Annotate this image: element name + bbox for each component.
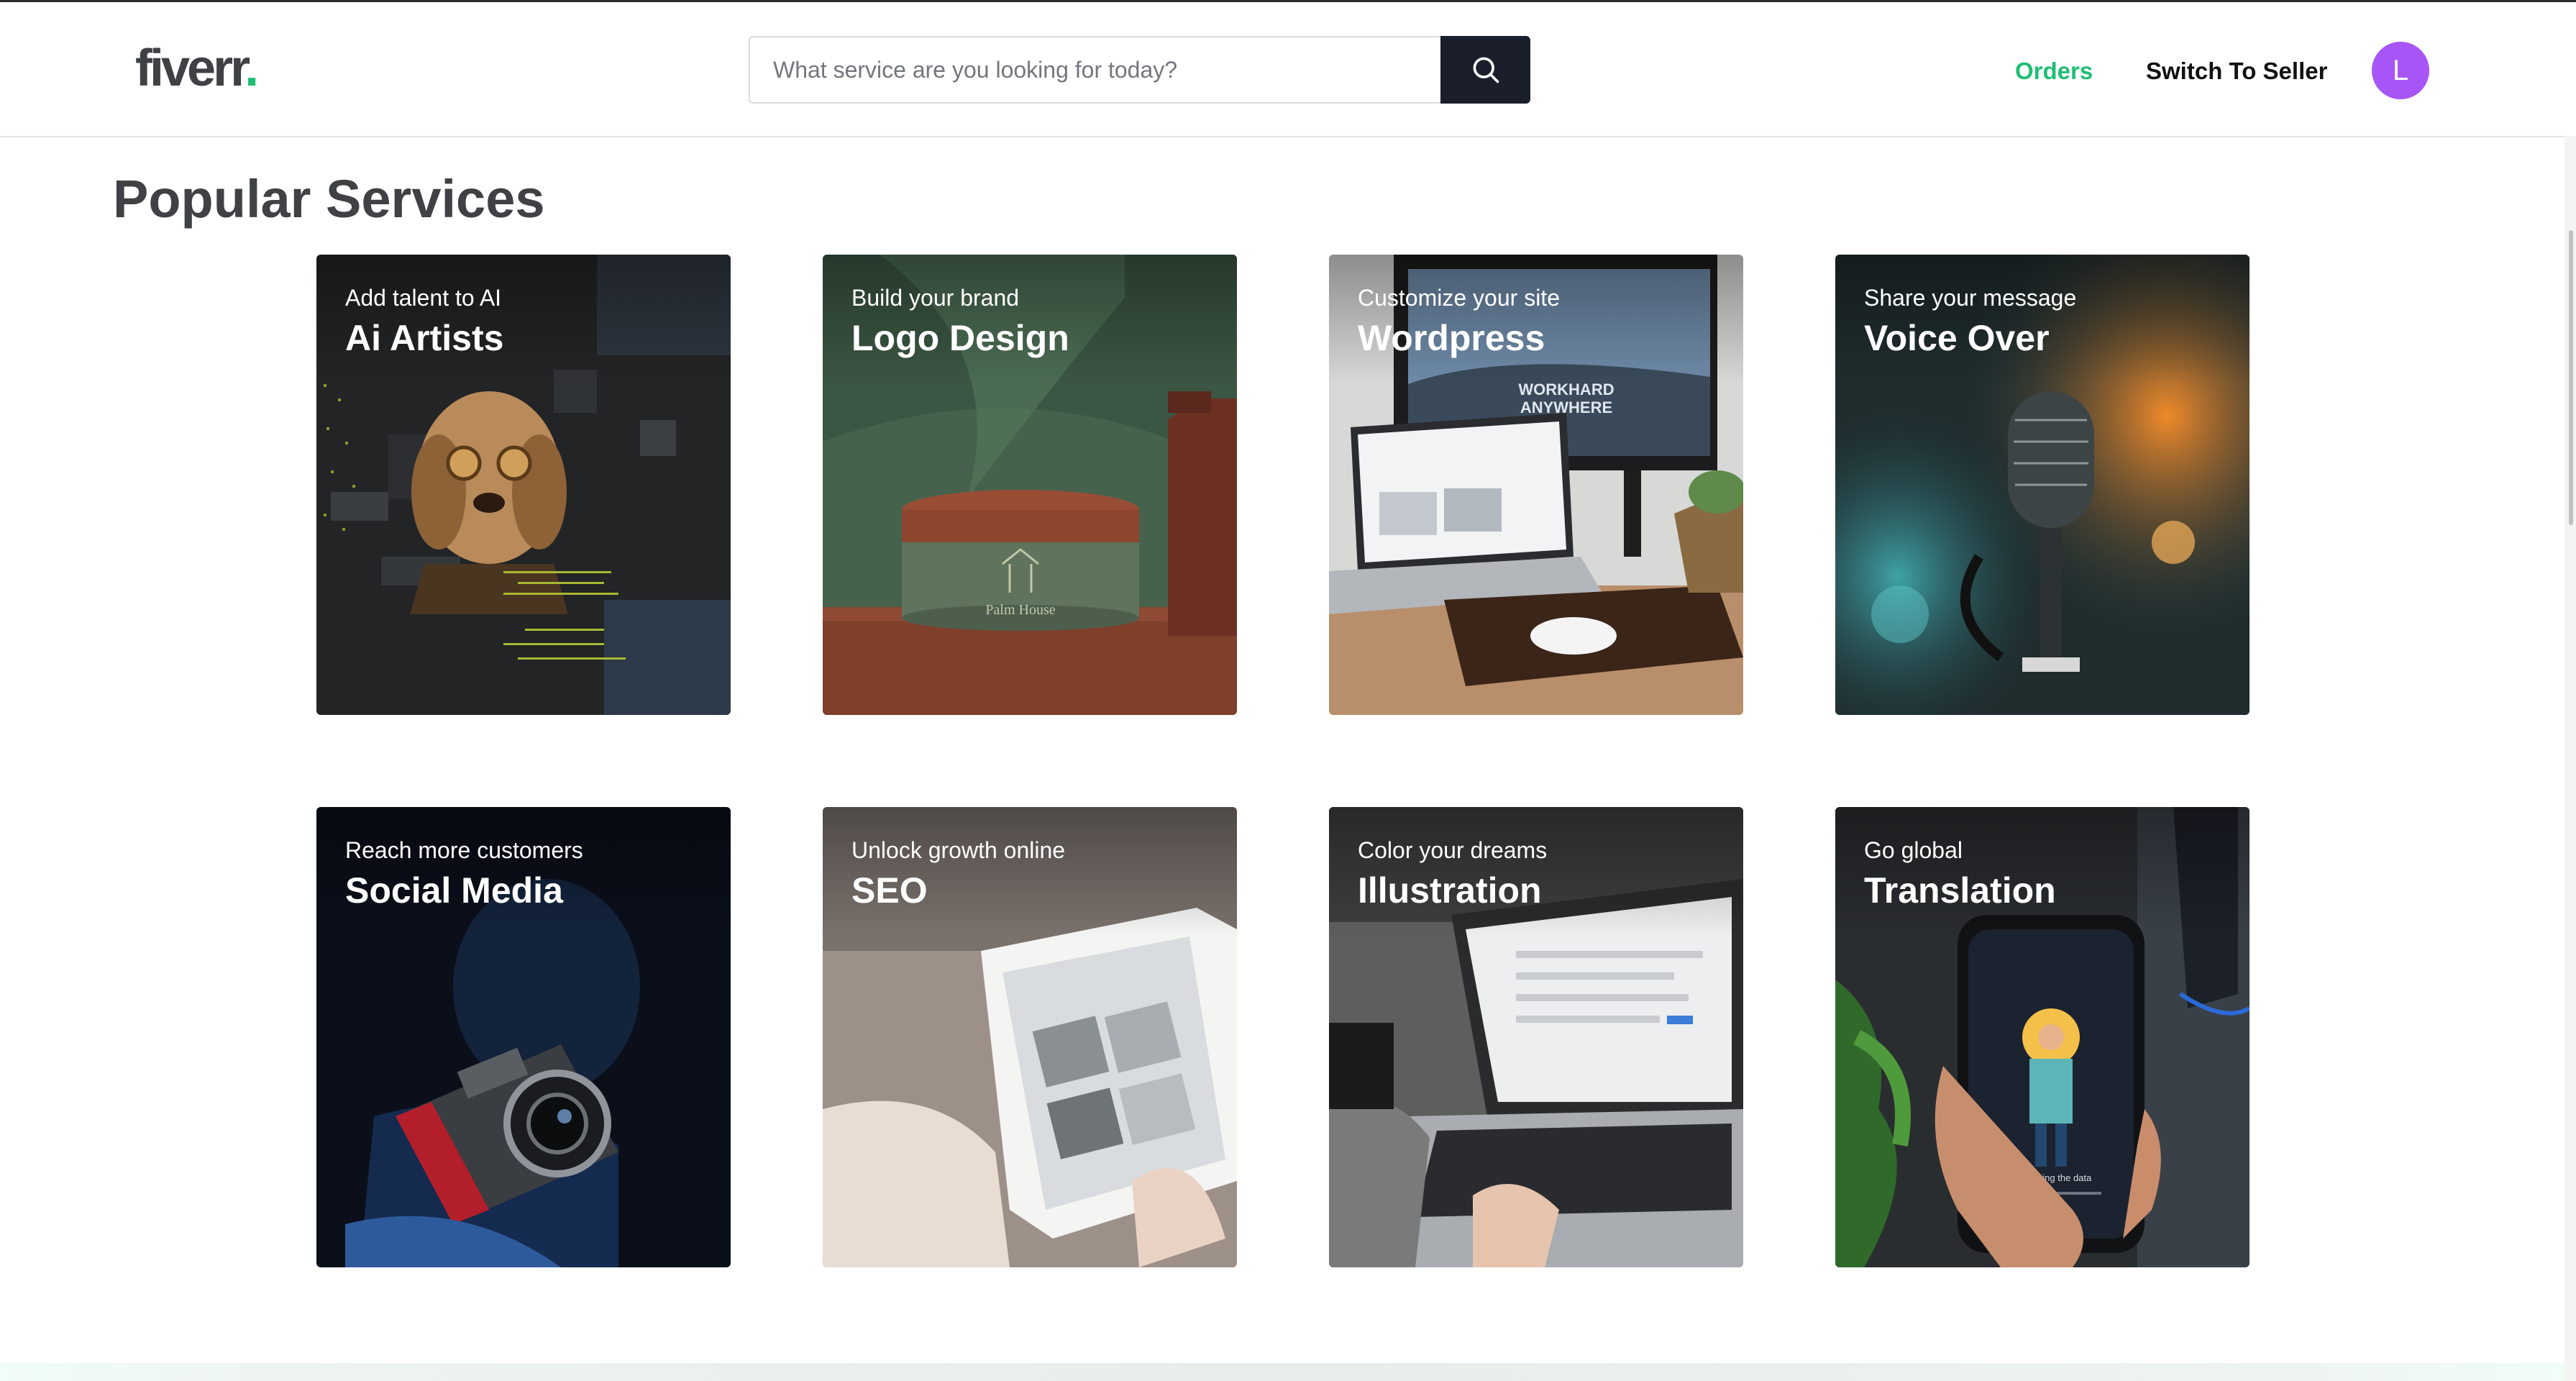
card-title: Social Media bbox=[345, 870, 563, 911]
svg-text:Palm House: Palm House bbox=[985, 602, 1055, 618]
card-subtitle: Build your brand bbox=[851, 285, 1020, 311]
nav-switch-to-seller-link[interactable]: Switch To Seller bbox=[2146, 55, 2327, 87]
card-title: SEO bbox=[851, 870, 928, 911]
service-card-social-media[interactable]: Reach more customers Social Media bbox=[316, 807, 731, 1267]
search-icon bbox=[1473, 57, 1499, 83]
search-bar bbox=[749, 36, 1530, 104]
service-card-illustration[interactable]: Color your dreams Illustration bbox=[1329, 807, 1743, 1267]
service-card-logo-design[interactable]: Palm House Build your brand Logo Design bbox=[823, 255, 1237, 715]
user-avatar[interactable]: L bbox=[2372, 42, 2429, 99]
top-navbar: fiverr. Orders Switch To Seller L bbox=[0, 2, 2576, 137]
card-title: Illustration bbox=[1358, 870, 1542, 911]
card-title: Wordpress bbox=[1358, 318, 1545, 358]
card-title: Voice Over bbox=[1864, 318, 2050, 358]
fiverr-logo[interactable]: fiverr. bbox=[135, 40, 259, 97]
card-subtitle: Reach more customers bbox=[345, 837, 583, 863]
next-section-edge bbox=[0, 1363, 2564, 1381]
search-button[interactable] bbox=[1440, 36, 1530, 104]
card-subtitle: Share your message bbox=[1864, 285, 2077, 311]
card-subtitle: Unlock growth online bbox=[851, 837, 1066, 863]
card-subtitle: Customize your site bbox=[1358, 285, 1560, 311]
card-title: Ai Artists bbox=[345, 318, 504, 358]
card-subtitle: Color your dreams bbox=[1358, 837, 1548, 863]
logo-dot: . bbox=[245, 40, 259, 97]
card-title: Translation bbox=[1864, 870, 2056, 911]
page-scrollbar-thumb[interactable] bbox=[2569, 230, 2573, 525]
search-input[interactable] bbox=[749, 36, 1440, 104]
service-card-ai-artists[interactable]: Add talent to AI Ai Artists bbox=[316, 255, 731, 715]
nav-orders-link[interactable]: Orders bbox=[2015, 55, 2093, 87]
service-card-voice-over[interactable]: Share your message Voice Over bbox=[1835, 255, 2250, 715]
card-subtitle: Add talent to AI bbox=[345, 285, 502, 311]
card-subtitle: Go global bbox=[1864, 837, 1963, 863]
service-card-wordpress[interactable]: WORKHARD ANYWHERE Customize your site Wo… bbox=[1329, 255, 1743, 715]
service-card-seo[interactable]: Unlock growth online SEO bbox=[823, 807, 1237, 1267]
service-card-translation[interactable]: Visualising the data Go global Translati… bbox=[1835, 807, 2250, 1267]
card-title: Logo Design bbox=[851, 318, 1069, 358]
section-title: Popular Services bbox=[113, 169, 545, 229]
logo-text: fiverr bbox=[135, 40, 247, 97]
